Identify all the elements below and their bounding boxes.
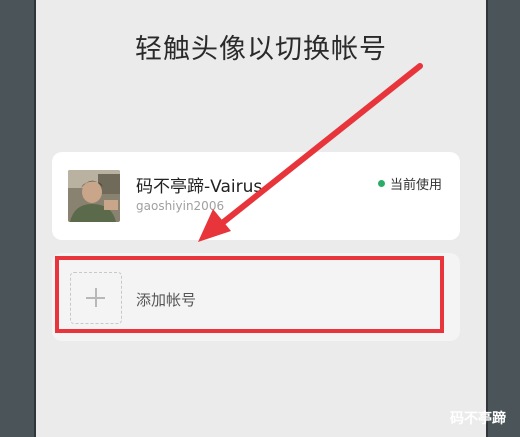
phone-bezel-right <box>486 0 520 437</box>
status-label: 当前使用 <box>389 178 442 193</box>
status-badge: 当前使用 <box>377 174 442 193</box>
account-id: gaoshiyin2006 <box>136 199 225 213</box>
annotation-highlight-box <box>55 256 444 333</box>
page-title: 轻触头像以切换帐号 <box>135 34 387 65</box>
phone-frame: 轻触头像以切换帐号 码不亭蹄-Vairus gaoshiyin2006 当前使用 <box>0 0 520 437</box>
account-item-current[interactable]: 码不亭蹄-Vairus gaoshiyin2006 当前使用 <box>52 152 460 240</box>
watermark: 码不亭蹄 <box>450 411 506 427</box>
avatar[interactable] <box>68 170 120 222</box>
status-dot-icon <box>377 180 385 187</box>
phone-bezel-left <box>0 0 36 437</box>
account-name: 码不亭蹄-Vairus <box>136 177 263 197</box>
account-switch-screen: 轻触头像以切换帐号 码不亭蹄-Vairus gaoshiyin2006 当前使用 <box>36 0 486 437</box>
